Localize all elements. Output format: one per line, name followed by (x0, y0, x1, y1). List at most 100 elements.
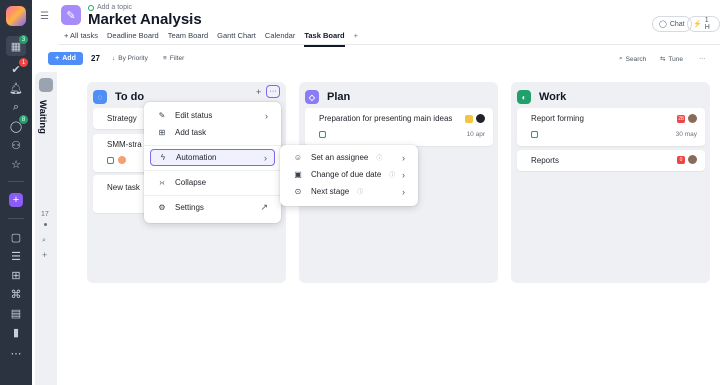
tune-label: Tune (668, 55, 684, 63)
checkbox-icon[interactable] (107, 157, 114, 164)
column-more-button[interactable]: ··· (266, 85, 280, 98)
column-menu: ✎ Edit status › ⊞ Add task ϟ Automation … (144, 102, 281, 223)
filter-icon: ≡ (163, 55, 167, 62)
menu-item-label: Add task (175, 128, 207, 137)
add-button[interactable]: + Add (48, 52, 83, 65)
info-icon[interactable]: ⓘ (357, 187, 363, 196)
submenu-item-next-stage[interactable]: ⊙ Next stage ⓘ › (286, 183, 412, 200)
column-title: Plan (327, 91, 351, 103)
tasks-badge: 1 (19, 58, 28, 67)
submenu-item-label: Change of due date (311, 170, 382, 179)
search-button[interactable]: ⌕ Search (619, 55, 646, 63)
task-title: Report forming (531, 114, 584, 123)
menu-item-edit-status[interactable]: ✎ Edit status › (150, 107, 275, 124)
bell-icon[interactable]: 🔔︎ (8, 80, 24, 96)
avatar (688, 155, 697, 164)
tree-icon[interactable]: ⌘ (8, 286, 24, 302)
search-icon[interactable]: ⌕ (42, 237, 46, 245)
tune-button[interactable]: ⇆ Tune (660, 55, 684, 64)
chevron-right-icon: › (402, 152, 405, 163)
app-logo[interactable] (6, 6, 26, 26)
info-icon[interactable]: ⓘ (389, 170, 395, 179)
chat-badge: 8 (19, 115, 28, 124)
filter-button[interactable]: ≡ Filter (163, 55, 184, 62)
tag-badge: 0 (677, 156, 685, 164)
menu-item-label: Edit status (175, 111, 213, 120)
lightning-icon: ⚡ (693, 21, 702, 28)
menu-divider (144, 195, 281, 196)
tune-icon: ⇆ (660, 56, 666, 63)
add-project-button[interactable]: + (9, 193, 23, 207)
add-topic[interactable]: Add a topic (88, 4, 132, 11)
lightning-icon: ϟ (160, 153, 166, 162)
menu-item-add-task[interactable]: ⊞ Add task (150, 124, 275, 141)
plus-square-icon: ⊞ (158, 128, 166, 137)
list-icon[interactable]: ☰ (8, 248, 24, 264)
add-label: Add (62, 55, 76, 62)
task-title: Preparation for presenting main ideas (319, 114, 453, 123)
dashboard-badge: 3 (19, 35, 28, 44)
task-card[interactable]: Preparation for presenting main ideas 10… (305, 108, 493, 146)
submenu-item-label: Set an assignee (311, 153, 369, 162)
checkbox-icon[interactable] (319, 131, 326, 138)
info-icon[interactable]: ⓘ (376, 153, 382, 162)
hidden-card-edge (58, 108, 73, 132)
chevron-right-icon: › (264, 152, 267, 163)
menu-item-collapse[interactable]: ›‹ Collapse (150, 174, 275, 191)
search-icon[interactable]: ⌕ (8, 99, 24, 115)
column-header: ◌ To do (93, 90, 144, 104)
star-icon[interactable]: ☆ (8, 156, 24, 172)
sort-icon: ↓ (112, 55, 116, 62)
chat-button[interactable]: ◯ Chat (652, 16, 692, 32)
plus-icon[interactable]: + (42, 250, 47, 260)
column-title: To do (115, 91, 145, 103)
menu-item-automation[interactable]: ϟ Automation › (150, 149, 275, 166)
status-icon (39, 78, 53, 92)
project-icon[interactable]: ✎ (61, 5, 81, 25)
more-options-button[interactable]: ··· (699, 55, 706, 62)
more-icon[interactable]: ⋯ (8, 345, 24, 361)
filter-label: Filter (169, 55, 185, 62)
chevron-right-icon: › (402, 186, 405, 197)
timer-button[interactable]: ⚡ 1 H (687, 16, 720, 32)
task-title: SMM-stra (107, 140, 142, 149)
checkbox-icon[interactable] (531, 131, 538, 138)
avatar (688, 114, 697, 123)
search-label: Search (625, 55, 647, 63)
external-arrow-icon: ↗ (260, 202, 268, 212)
kanban-icon[interactable]: ▤ (8, 305, 24, 321)
submenu-item-change-due-date[interactable]: ▣ Change of due date ⓘ › (286, 166, 412, 183)
page-title[interactable]: Market Analysis (88, 11, 202, 28)
status-half-circle-icon: ◐ (517, 90, 531, 104)
chevron-down-icon[interactable]: ⌄ (187, 14, 195, 25)
analytics-icon[interactable]: ▮ (8, 324, 24, 340)
add-topic-label: Add a topic (97, 4, 133, 11)
rail-divider (8, 218, 24, 219)
header-divider (58, 44, 720, 45)
due-date: 30 may (675, 131, 697, 138)
chevron-right-icon: › (265, 110, 268, 121)
add-task-plus-icon[interactable]: + (256, 87, 261, 97)
timer-label: 1 H (704, 17, 710, 31)
team-icon[interactable]: ⚇ (8, 137, 24, 153)
next-stage-icon: ⊙ (294, 187, 302, 196)
dot-icon (44, 223, 47, 226)
sort-by-priority-button[interactable]: ↓ By Priority (112, 55, 148, 62)
board-icon[interactable]: ⊞ (8, 267, 24, 283)
menu-item-settings[interactable]: ⚙ Settings ↗ (150, 199, 275, 216)
task-title: Reports (531, 156, 560, 165)
column-header: ◐ Work (517, 90, 566, 104)
avatar (118, 156, 126, 164)
briefcase-icon[interactable]: ▢ (8, 229, 24, 245)
column-waiting-collapsed[interactable]: Waiting 17 ⌕ + (35, 72, 57, 385)
submenu-item-set-assignee[interactable]: ☺ Set an assignee ⓘ › (286, 149, 412, 166)
menu-divider (144, 145, 281, 146)
collapse-icon: ›‹ (159, 178, 165, 187)
column-count: 17 (41, 211, 49, 218)
chat-label: Chat (669, 20, 685, 28)
sort-label: By Priority (118, 55, 148, 62)
sidebar-toggle-icon[interactable]: ☰ (40, 11, 49, 22)
task-card[interactable]: Reports 0 (517, 150, 705, 171)
task-card[interactable]: Report forming 28 30 may (517, 108, 705, 146)
menu-item-label: Collapse (175, 178, 207, 187)
